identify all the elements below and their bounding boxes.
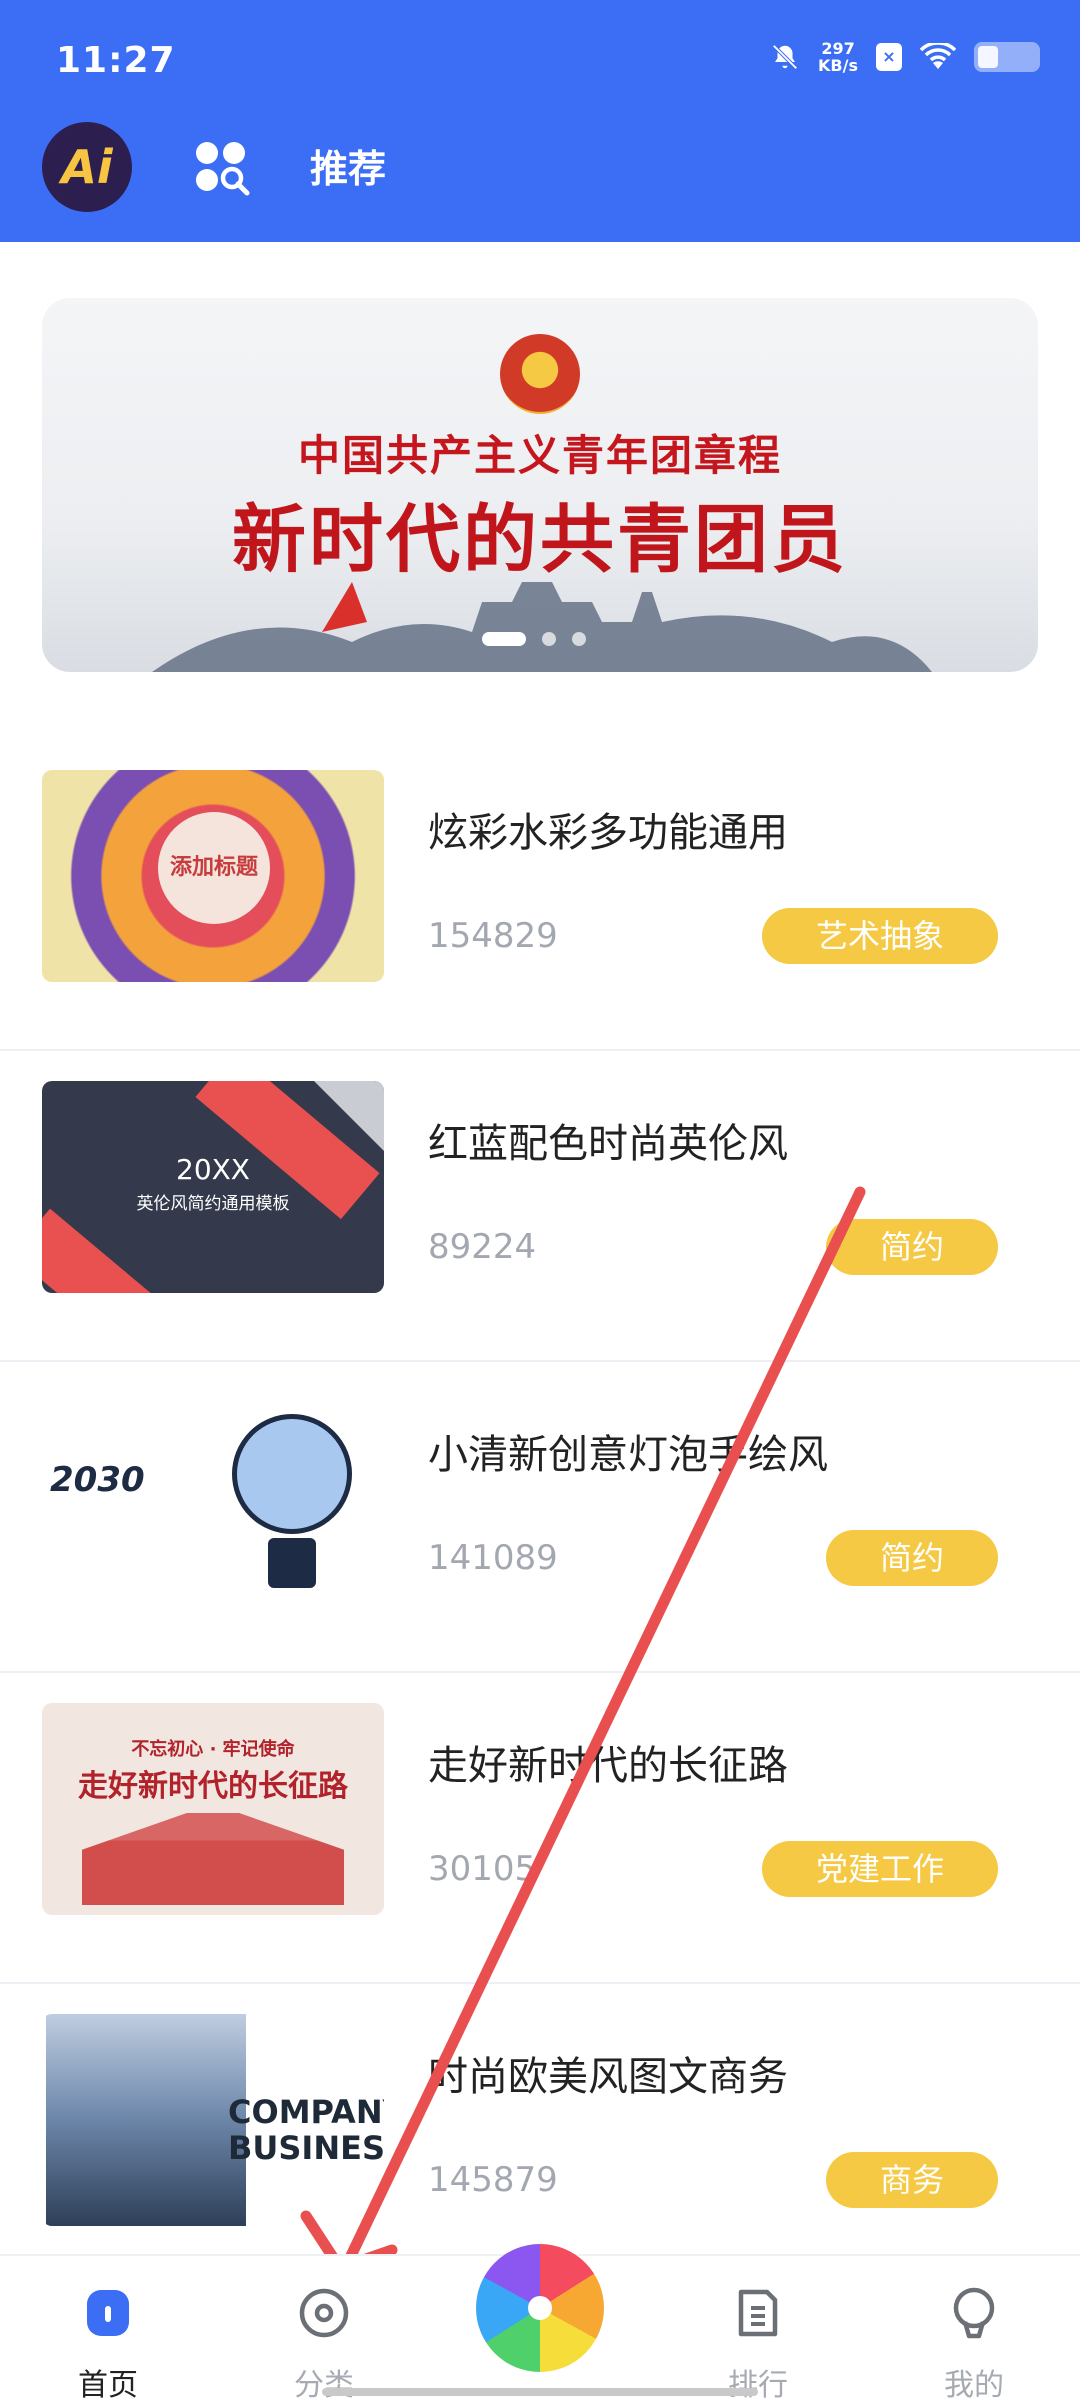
banner-dot[interactable]	[542, 632, 556, 646]
item-count: 145879	[428, 2160, 558, 2200]
thumbnail-title: 2030	[50, 1460, 145, 1500]
list-item[interactable]: 添加标题 炫彩水彩多功能通用 154829 艺术抽象	[0, 740, 1080, 1051]
tiananmen-illustration	[82, 1813, 344, 1905]
nav-category[interactable]: 分类	[254, 2286, 394, 2404]
banner-pagination	[482, 632, 586, 646]
home-indicator[interactable]	[322, 2388, 758, 2396]
item-title: 红蓝配色时尚英伦风	[428, 1121, 788, 1167]
template-list: 添加标题 炫彩水彩多功能通用 154829 艺术抽象 20XX 英伦风简约通用模…	[0, 740, 1080, 2295]
status-icons: 297 KB/s ×	[770, 40, 1040, 74]
template-thumbnail[interactable]: 2030	[42, 1392, 384, 1604]
profile-icon	[953, 2287, 995, 2339]
thumbnail-title: 20XX	[176, 1153, 250, 1186]
item-count: 30105	[428, 1849, 537, 1889]
item-count: 154829	[428, 916, 558, 956]
list-item[interactable]: 2030 小清新创意灯泡手绘风 141089 简约	[0, 1362, 1080, 1673]
item-tag[interactable]: 党建工作	[761, 1841, 998, 1897]
battery-icon	[974, 42, 1040, 72]
mute-bell-icon	[772, 44, 798, 70]
item-tag[interactable]: 艺术抽象	[761, 908, 998, 964]
status-time: 11:27	[56, 40, 176, 81]
pinwheel-icon[interactable]	[476, 2244, 604, 2372]
item-tag[interactable]: 简约	[825, 1530, 998, 1586]
home-icon	[87, 2290, 129, 2336]
thumbnail-title: 走好新时代的长征路	[78, 1769, 348, 1804]
network-speed: 297 KB/s	[818, 39, 858, 75]
thumbnail-title: COMPANY BUSINESS	[228, 2093, 384, 2167]
item-title: 走好新时代的长征路	[428, 1743, 788, 1789]
nav-label: 首页	[78, 2368, 138, 2403]
item-tag[interactable]: 简约	[825, 1219, 998, 1275]
nav-profile[interactable]: 我的	[904, 2286, 1044, 2404]
app-header: 11:27 297 KB/s × Ai 推荐	[0, 0, 1080, 242]
thumbnail-shape	[42, 1208, 173, 1293]
item-count: 89224	[428, 1227, 537, 1267]
banner-cityscape-illustration	[152, 582, 932, 672]
ranking-icon	[738, 2289, 778, 2337]
list-item[interactable]: 不忘初心 · 牢记使命 走好新时代的长征路 走好新时代的长征路 30105 党建…	[0, 1673, 1080, 1984]
city-photo	[46, 2014, 246, 2226]
template-thumbnail[interactable]: 20XX 英伦风简约通用模板	[42, 1081, 384, 1293]
app-logo[interactable]: Ai	[42, 122, 132, 212]
thumbnail-subtitle: 不忘初心 · 牢记使命	[131, 1739, 295, 1760]
item-tag[interactable]: 商务	[825, 2152, 998, 2208]
bottom-navigation: 首页 分类 排行 我的	[0, 2244, 1080, 2408]
item-title: 小清新创意灯泡手绘风	[428, 1432, 828, 1478]
template-thumbnail[interactable]: 添加标题	[42, 770, 384, 982]
thumbnail-subtitle: 英伦风简约通用模板	[136, 1194, 290, 1214]
lightbulb-base-icon	[268, 1538, 316, 1588]
lightbulb-icon	[232, 1414, 352, 1534]
template-thumbnail[interactable]: COMPANY BUSINESS	[42, 2014, 384, 2226]
banner-dot[interactable]	[572, 632, 586, 646]
page-title: 推荐	[310, 147, 387, 191]
template-thumbnail[interactable]: 不忘初心 · 牢记使命 走好新时代的长征路	[42, 1703, 384, 1915]
nav-label: 我的	[944, 2368, 1004, 2403]
thumbnail-text: 添加标题	[158, 812, 270, 924]
item-title: 炫彩水彩多功能通用	[428, 810, 788, 856]
item-title: 时尚欧美风图文商务	[428, 2054, 788, 2100]
banner-dot-active[interactable]	[482, 632, 526, 646]
banner-subtitle: 中国共产主义青年团章程	[297, 431, 782, 480]
category-search-icon[interactable]	[194, 140, 250, 196]
item-count: 141089	[428, 1538, 558, 1578]
notification-app-icon: ×	[876, 43, 902, 71]
nav-ranking[interactable]: 排行	[688, 2286, 828, 2404]
youth-league-emblem-icon	[500, 334, 580, 414]
category-icon	[299, 2288, 349, 2338]
list-item[interactable]: 20XX 英伦风简约通用模板 红蓝配色时尚英伦风 89224 简约	[0, 1051, 1080, 1362]
nav-label: 分类	[294, 2368, 354, 2403]
nav-label: 排行	[728, 2368, 788, 2403]
wifi-icon	[920, 43, 956, 69]
promo-banner[interactable]: 中国共产主义青年团章程 新时代的共青团员	[42, 298, 1038, 672]
nav-home[interactable]: 首页	[38, 2286, 178, 2404]
